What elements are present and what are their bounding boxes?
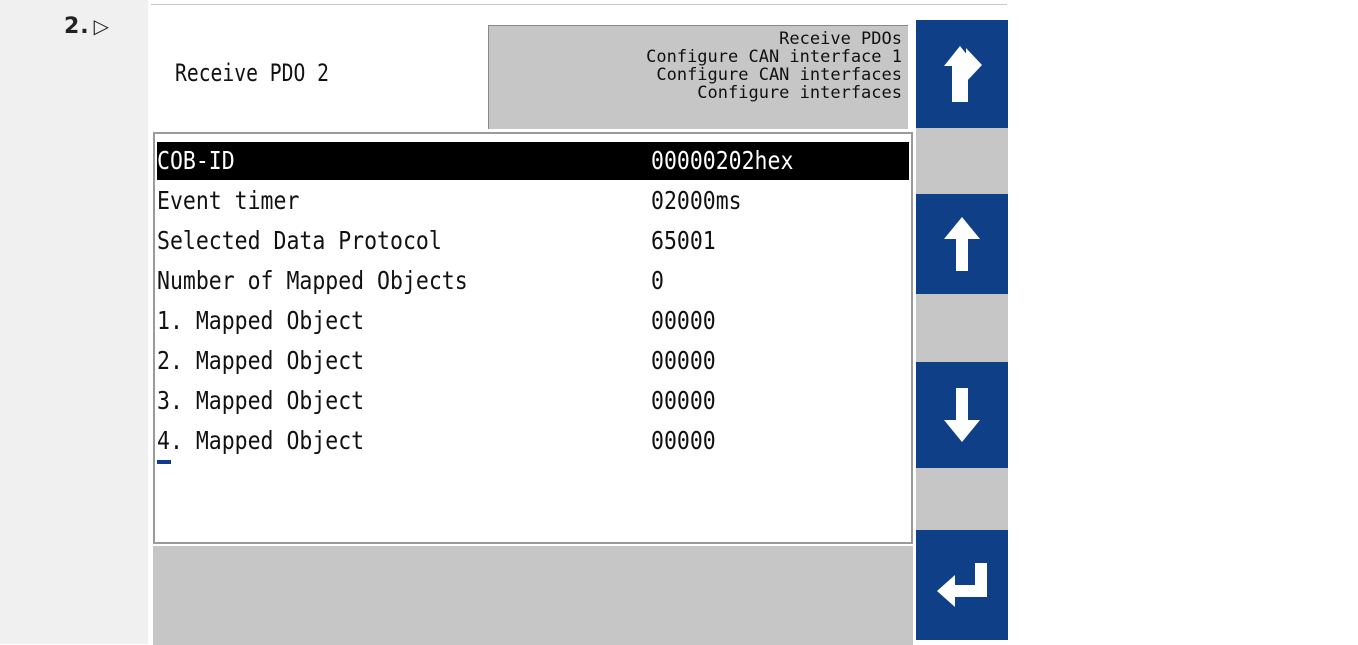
list-item-label: 1. Mapped Object bbox=[157, 306, 365, 335]
enter-icon bbox=[937, 563, 987, 607]
list-item-cob-id[interactable]: COB-ID 00000202hex bbox=[157, 142, 909, 180]
list-item-label: COB-ID bbox=[157, 146, 235, 175]
breadcrumb: Receive PDOs Configure CAN interface 1 C… bbox=[488, 25, 908, 129]
list-item-value: 00000202hex bbox=[651, 146, 794, 175]
status-bar bbox=[153, 546, 913, 645]
list-item-mapped-object-3[interactable]: 3. Mapped Object 00000 bbox=[157, 382, 909, 420]
list-item-label: Event timer bbox=[157, 186, 300, 215]
arrow-down-icon bbox=[944, 388, 980, 442]
step-marker-icon: ▷ bbox=[93, 14, 111, 38]
list-item-value: 0 bbox=[651, 266, 664, 295]
list-item-value: 65001 bbox=[651, 226, 716, 255]
scroll-down-button[interactable] bbox=[916, 362, 1008, 468]
step-number: 2. bbox=[64, 14, 90, 39]
enter-button[interactable] bbox=[916, 530, 1008, 640]
softkey-column bbox=[916, 20, 1008, 640]
breadcrumb-item: Configure CAN interface 1 bbox=[646, 47, 902, 67]
arrow-up-icon bbox=[944, 217, 980, 271]
list-item-label: Selected Data Protocol bbox=[157, 226, 442, 255]
list-item-number-of-mapped-objects[interactable]: Number of Mapped Objects 0 bbox=[157, 262, 909, 300]
breadcrumb-item: Configure CAN interfaces bbox=[656, 65, 902, 85]
list-item-mapped-object-2[interactable]: 2. Mapped Object 00000 bbox=[157, 342, 909, 380]
page-title: Receive PDO 2 bbox=[175, 59, 330, 87]
list-item-label: 3. Mapped Object bbox=[157, 386, 365, 415]
parameter-list: COB-ID 00000202hex Event timer 02000ms S… bbox=[153, 132, 913, 544]
softkey-spacer bbox=[916, 294, 1008, 362]
list-item-selected-data-protocol[interactable]: Selected Data Protocol 65001 bbox=[157, 222, 909, 260]
list-item-mapped-object-1[interactable]: 1. Mapped Object 00000 bbox=[157, 302, 909, 340]
step-label: 2. ▷ bbox=[64, 14, 110, 39]
breadcrumb-item: Receive PDOs bbox=[779, 29, 902, 49]
softkey-spacer bbox=[916, 468, 1008, 530]
device-screen: Receive PDO 2 Receive PDOs Configure CAN… bbox=[151, 4, 1007, 645]
back-arrow-icon bbox=[944, 46, 982, 102]
list-item-mapped-object-4[interactable]: 4. Mapped Object 00000 bbox=[157, 422, 909, 460]
scroll-cursor bbox=[157, 460, 171, 464]
scroll-up-button[interactable] bbox=[916, 194, 1008, 294]
list-item-value: 00000 bbox=[651, 386, 716, 415]
list-item-value: 02000ms bbox=[651, 186, 742, 215]
list-item-label: Number of Mapped Objects bbox=[157, 266, 468, 295]
list-item-value: 00000 bbox=[651, 306, 716, 335]
list-item-value: 00000 bbox=[651, 426, 716, 455]
softkey-spacer bbox=[916, 128, 1008, 194]
list-item-event-timer[interactable]: Event timer 02000ms bbox=[157, 182, 909, 220]
back-button[interactable] bbox=[916, 20, 1008, 128]
list-item-label: 4. Mapped Object bbox=[157, 426, 365, 455]
step-gutter: 2. ▷ bbox=[0, 0, 148, 644]
list-item-label: 2. Mapped Object bbox=[157, 346, 365, 375]
breadcrumb-item: Configure interfaces bbox=[697, 83, 902, 103]
list-item-value: 00000 bbox=[651, 346, 716, 375]
